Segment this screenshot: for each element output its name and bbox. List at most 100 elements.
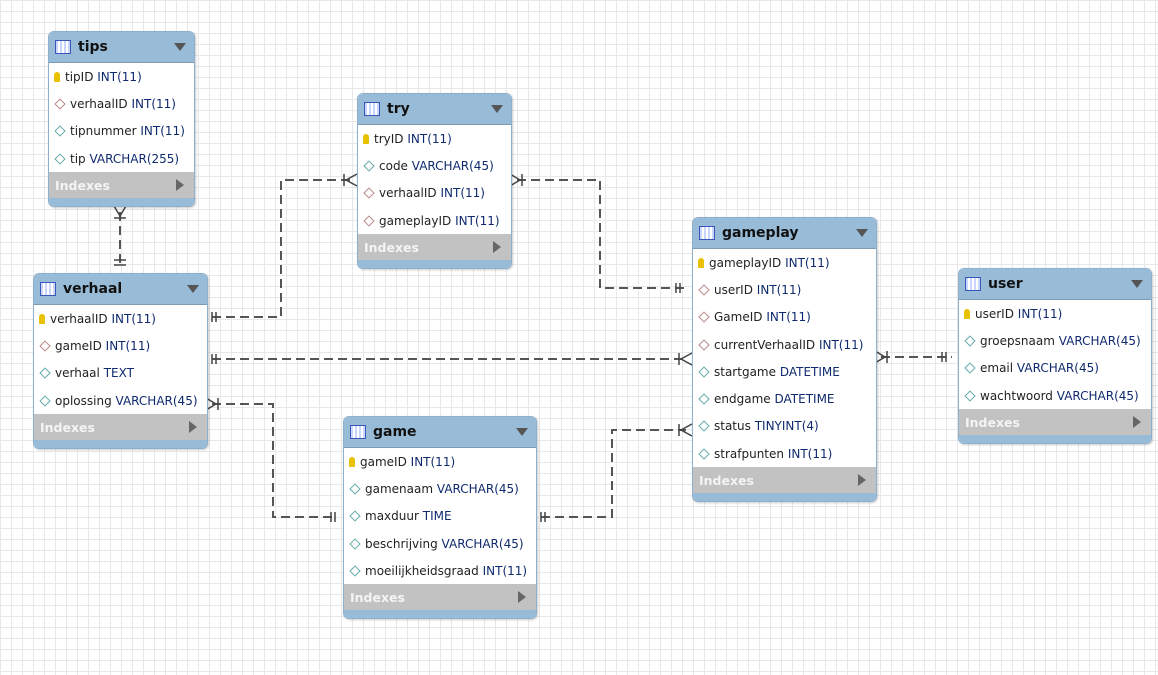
column-row[interactable]: currentVerhaalID INT(11) — [693, 331, 876, 358]
column-row[interactable]: email VARCHAR(45) — [959, 355, 1151, 382]
table-name: tips — [78, 39, 108, 55]
column-row[interactable]: tipnummer INT(11) — [49, 118, 194, 145]
table-game[interactable]: game gameID INT(11) gamenaam VARCHAR(45) m… — [343, 416, 537, 620]
column-name: gameID — [360, 454, 407, 469]
column-name: status — [714, 419, 751, 434]
column-row[interactable]: wachtwoord VARCHAR(45) — [959, 382, 1151, 409]
table-header[interactable]: game — [344, 417, 536, 448]
column-row[interactable]: code VARCHAR(45) — [358, 152, 511, 179]
expand-arrow-icon[interactable] — [1133, 416, 1141, 429]
column-row[interactable]: verhaal TEXT — [34, 360, 207, 387]
column-row[interactable]: status TINYINT(4) — [693, 413, 876, 440]
indexes-section[interactable]: Indexes — [693, 467, 876, 494]
indexes-section[interactable]: Indexes — [344, 584, 536, 611]
column-row[interactable]: tip VARCHAR(255) — [49, 145, 194, 172]
column-type: INT(11) — [111, 311, 156, 326]
expand-arrow-icon[interactable] — [176, 179, 184, 192]
column-row[interactable]: userID INT(11) — [693, 276, 876, 303]
table-user[interactable]: user userID INT(11) groepsnaam VARCHAR(45… — [958, 268, 1152, 445]
expand-arrow-icon[interactable] — [493, 241, 501, 254]
column-row[interactable]: userID INT(11) — [959, 300, 1151, 327]
column-name: oplossing — [55, 393, 112, 408]
table-name: verhaal — [63, 281, 123, 297]
column-type: TIME — [422, 509, 452, 524]
column-name: tip — [70, 151, 86, 166]
column-row[interactable]: startgame DATETIME — [693, 358, 876, 385]
collapse-arrow-icon[interactable] — [516, 428, 528, 436]
column-name: startgame — [714, 364, 776, 379]
column-icon — [39, 394, 51, 407]
column-row[interactable]: groepsnaam VARCHAR(45) — [959, 327, 1151, 354]
column-name: endgame — [714, 392, 771, 407]
column-row[interactable]: gameID INT(11) — [344, 448, 536, 475]
table-header[interactable]: try — [358, 94, 511, 125]
column-name: tipID — [65, 69, 94, 84]
primary-key-icon — [54, 71, 60, 82]
column-row[interactable]: gameplayID INT(11) — [693, 249, 876, 276]
table-footer — [344, 610, 536, 619]
collapse-arrow-icon[interactable] — [187, 285, 199, 293]
expand-arrow-icon[interactable] — [518, 591, 526, 604]
column-row[interactable]: GameID INT(11) — [693, 304, 876, 331]
column-row[interactable]: verhaalID INT(11) — [34, 305, 207, 332]
indexes-section[interactable]: Indexes — [49, 172, 194, 199]
column-row[interactable]: beschrijving VARCHAR(45) — [344, 530, 536, 557]
table-icon — [350, 425, 366, 439]
collapse-arrow-icon[interactable] — [491, 105, 503, 113]
indexes-section[interactable]: Indexes — [959, 409, 1151, 436]
column-type: INT(11) — [131, 96, 176, 111]
column-row[interactable]: gameID INT(11) — [34, 332, 207, 359]
column-row[interactable]: endgame DATETIME — [693, 385, 876, 412]
rel-game-gameplay — [541, 429, 686, 518]
column-row[interactable]: tryID INT(11) — [358, 125, 511, 152]
column-row[interactable]: verhaalID INT(11) — [49, 90, 194, 117]
column-icon — [39, 367, 51, 379]
column-icon — [698, 448, 710, 460]
column-name: gameplayID — [379, 213, 452, 228]
table-header[interactable]: user — [959, 269, 1151, 300]
table-header[interactable]: verhaal — [34, 274, 207, 305]
column-type: INT(11) — [455, 213, 500, 228]
collapse-arrow-icon[interactable] — [1131, 280, 1143, 288]
table-gameplay[interactable]: gameplay gameplayID INT(11) userID INT(11… — [692, 217, 877, 503]
column-row[interactable]: maxduur TIME — [344, 503, 536, 530]
table-name: game — [373, 424, 417, 440]
table-header[interactable]: tips — [49, 32, 194, 63]
table-verhaal[interactable]: verhaal verhaalID INT(11) gameID INT(11) v… — [33, 273, 208, 450]
column-type: INT(11) — [766, 310, 811, 325]
column-type: VARCHAR(255) — [89, 151, 180, 166]
column-row[interactable]: gamenaam VARCHAR(45) — [344, 475, 536, 502]
column-row[interactable]: gameplayID INT(11) — [358, 207, 511, 234]
indexes-label: Indexes — [40, 419, 95, 435]
column-type: INT(11) — [410, 454, 456, 469]
primary-key-icon — [964, 308, 970, 319]
table-icon — [40, 282, 56, 296]
foreign-key-icon — [54, 98, 66, 110]
column-type: VARCHAR(45) — [411, 158, 494, 173]
column-icon — [349, 565, 361, 577]
indexes-section[interactable]: Indexes — [34, 414, 207, 441]
column-row[interactable]: strafpunten INT(11) — [693, 440, 876, 467]
column-name: verhaalID — [50, 311, 108, 326]
table-header[interactable]: gameplay — [693, 218, 876, 249]
foreign-key-icon — [698, 311, 710, 323]
column-icon — [54, 152, 66, 165]
indexes-section[interactable]: Indexes — [358, 234, 511, 261]
foreign-key-icon — [363, 214, 375, 227]
column-icon — [349, 510, 361, 522]
column-row[interactable]: oplossing VARCHAR(45) — [34, 387, 207, 414]
column-type: INT(11) — [407, 131, 452, 146]
marker-crowfoot — [678, 352, 693, 366]
expand-arrow-icon[interactable] — [189, 421, 197, 434]
table-tips[interactable]: tips tipID INT(11) verhaalID INT(11) tipnu… — [48, 31, 195, 208]
column-row[interactable]: verhaalID INT(11) — [358, 180, 511, 207]
table-try[interactable]: try tryID INT(11) code VARCHAR(45) verhaal… — [357, 93, 512, 270]
column-row[interactable]: tipID INT(11) — [49, 63, 194, 90]
column-type: VARCHAR(45) — [1058, 333, 1141, 348]
collapse-arrow-icon[interactable] — [856, 229, 868, 237]
column-row[interactable]: moeilijkheidsgraad INT(11) — [344, 557, 536, 584]
column-name: gamenaam — [365, 481, 434, 496]
expand-arrow-icon[interactable] — [858, 474, 866, 487]
collapse-arrow-icon[interactable] — [174, 43, 186, 51]
indexes-label: Indexes — [55, 177, 110, 193]
